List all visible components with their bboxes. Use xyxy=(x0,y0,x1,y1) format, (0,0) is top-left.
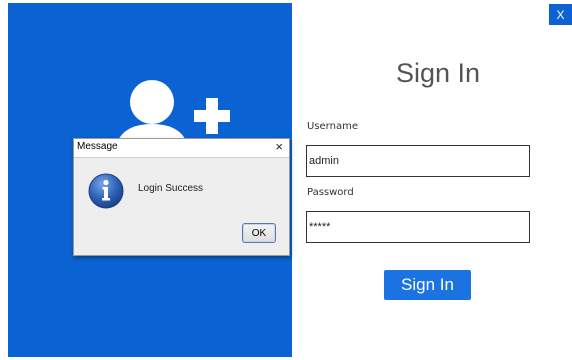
username-label: Username xyxy=(307,121,358,132)
ok-button[interactable]: OK xyxy=(242,223,276,243)
info-icon xyxy=(88,173,124,209)
dialog-title: Message xyxy=(77,141,118,152)
page-title: Sign In xyxy=(396,58,481,88)
password-input[interactable] xyxy=(306,211,530,243)
dialog-close-button[interactable]: × xyxy=(275,139,283,154)
password-label: Password xyxy=(307,187,354,198)
login-form-panel xyxy=(292,3,572,357)
username-input[interactable] xyxy=(306,145,530,177)
dialog-titlebar[interactable]: Message × xyxy=(74,139,289,158)
message-dialog: Message × Login Success OK xyxy=(73,138,290,256)
window-close-button[interactable]: X xyxy=(549,4,572,25)
dialog-message: Login Success xyxy=(138,183,204,194)
sign-in-button[interactable]: Sign In xyxy=(384,270,471,300)
